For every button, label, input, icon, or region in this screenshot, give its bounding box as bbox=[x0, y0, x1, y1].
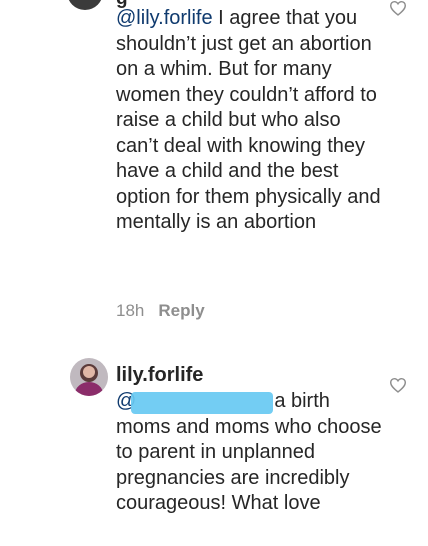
comment-1: g @lily.forlife I agree that you shouldn… bbox=[0, 0, 428, 340]
comment-body: I agree that you shouldn’t just get an a… bbox=[116, 7, 381, 233]
comment-2: lily.forlife @ a birth moms and moms who … bbox=[0, 355, 428, 546]
comment-body: moms and moms who choose to parent in un… bbox=[116, 415, 382, 515]
avatar-image bbox=[70, 358, 108, 396]
comment-text: @lily.forlife I agree that you shouldn’t… bbox=[116, 6, 388, 236]
heart-icon[interactable] bbox=[389, 377, 407, 393]
redaction-mark bbox=[131, 392, 273, 414]
avatar[interactable] bbox=[70, 358, 108, 396]
reply-button[interactable]: Reply bbox=[158, 301, 204, 320]
comment-username[interactable]: lily.forlife bbox=[116, 364, 203, 387]
heart-icon[interactable] bbox=[389, 0, 407, 16]
comment-body-fragment: a birth bbox=[274, 390, 330, 412]
comment-timestamp: 18h bbox=[116, 301, 145, 320]
avatar[interactable] bbox=[67, 0, 103, 10]
comment-mention-link[interactable]: @lily.forlife bbox=[116, 7, 213, 29]
comment-meta: 18h Reply bbox=[116, 301, 205, 321]
